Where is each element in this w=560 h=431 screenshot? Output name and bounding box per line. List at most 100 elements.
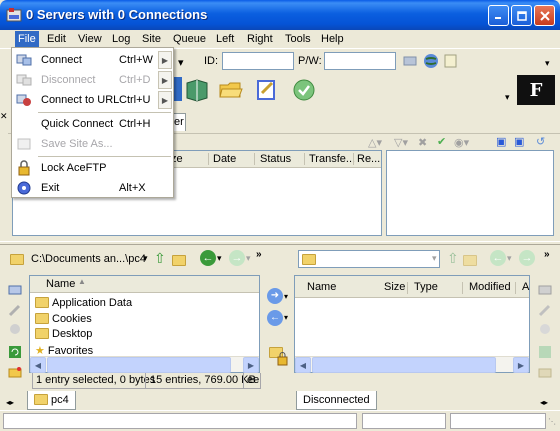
dropdown-arrow-icon[interactable]: ▾: [178, 56, 184, 69]
local-path[interactable]: C:\Documents an...\pc4: [31, 253, 146, 265]
remote-path-dropdown-icon[interactable]: ▾: [432, 253, 437, 264]
list-item[interactable]: Application Data: [35, 297, 132, 309]
remote-forward-icon[interactable]: →: [519, 250, 535, 266]
menu-save-site[interactable]: Save Site As...: [12, 134, 173, 154]
remote-refresh-icon[interactable]: [538, 345, 552, 359]
scroll-thumb[interactable]: [47, 357, 231, 373]
lock-sync-icon[interactable]: [277, 352, 289, 366]
menu-exit[interactable]: Exit Alt+X: [12, 178, 173, 198]
resize-grip-icon[interactable]: ⋱: [548, 417, 556, 426]
remote-view-icon[interactable]: [538, 322, 552, 336]
connect-icon[interactable]: [402, 53, 418, 69]
menu-help[interactable]: Help: [321, 33, 344, 45]
col-remote-type[interactable]: Type: [414, 281, 438, 293]
drive-icon[interactable]: [8, 284, 22, 296]
list-item[interactable]: Cookies: [35, 313, 92, 325]
upload-arrow-icon[interactable]: ➜: [267, 288, 283, 304]
menu-log[interactable]: Log: [112, 33, 130, 45]
id-field[interactable]: [222, 52, 294, 70]
globe-icon[interactable]: [422, 52, 440, 70]
panel-close-icon[interactable]: ✕: [0, 112, 8, 122]
scroll-right-icon[interactable]: ▶: [243, 357, 259, 373]
col-status[interactable]: Status: [260, 153, 291, 165]
check-icon[interactable]: [291, 77, 317, 103]
remote-back-dropdown-icon[interactable]: ▾: [507, 253, 512, 264]
menu-view[interactable]: View: [78, 33, 102, 45]
col-remaining[interactable]: Re...: [357, 153, 380, 165]
path-dropdown-icon[interactable]: ▾: [143, 253, 148, 264]
menu-disconnect[interactable]: Disconnect Ctrl+D ▶: [12, 70, 173, 90]
queue-tab[interactable]: er: [172, 113, 186, 131]
remote-back-icon[interactable]: ←: [490, 250, 506, 266]
transfer-right-icon[interactable]: ▣: [514, 135, 524, 148]
remote-overflow-chevron-icon[interactable]: »: [544, 249, 550, 260]
col-transfer[interactable]: Transfe...: [309, 153, 355, 165]
remote-path-field[interactable]: [298, 250, 440, 268]
toolbar-more-icon[interactable]: ▾: [505, 92, 510, 103]
remote-tab-scroll-icon[interactable]: ◂▸: [540, 398, 548, 407]
delete-icon[interactable]: ✖: [418, 136, 427, 149]
scroll-thumb[interactable]: [312, 357, 496, 373]
splitter[interactable]: [0, 241, 560, 245]
remote-up-icon[interactable]: ⇧: [447, 250, 459, 267]
menu-queue[interactable]: Queue: [173, 33, 206, 45]
transfer-left-icon[interactable]: ▣: [496, 135, 506, 148]
book-icon[interactable]: [184, 77, 210, 103]
close-button[interactable]: [534, 5, 555, 26]
menu-tools[interactable]: Tools: [285, 33, 311, 45]
menu-file[interactable]: File: [15, 31, 39, 48]
remote-new-folder-icon[interactable]: [538, 365, 552, 379]
menu-connect[interactable]: Connect Ctrl+W ▶: [12, 50, 173, 70]
refresh-local-icon[interactable]: [8, 345, 22, 359]
edit-page-icon[interactable]: [254, 77, 280, 103]
menu-site[interactable]: Site: [142, 33, 161, 45]
menu-edit[interactable]: Edit: [47, 33, 66, 45]
notes-icon[interactable]: [443, 53, 459, 69]
forward-icon[interactable]: →: [229, 250, 245, 266]
tab-remote-disconnected[interactable]: Disconnected: [296, 391, 377, 410]
download-arrow-icon[interactable]: ←: [267, 310, 283, 326]
new-folder-icon[interactable]: [8, 365, 22, 379]
view-icon[interactable]: [8, 322, 22, 336]
remote-file-list[interactable]: Name Size Type Modified A ◀ ▶: [294, 275, 530, 373]
upload-dropdown-icon[interactable]: ▾: [284, 292, 288, 301]
maximize-button[interactable]: [511, 5, 532, 26]
back-icon[interactable]: ←: [200, 250, 216, 266]
stop-icon[interactable]: ◉▾: [454, 136, 469, 149]
menu-quick-connect[interactable]: Quick Connect Ctrl+H: [12, 114, 173, 134]
up-folder-icon[interactable]: ⇧: [154, 250, 166, 267]
submenu-arrow-icon[interactable]: ▶: [158, 71, 172, 89]
list-item[interactable]: Desktop: [35, 328, 92, 340]
minimize-button[interactable]: [488, 5, 509, 26]
tab-scroll-left-icon[interactable]: ◂▸: [6, 398, 14, 407]
local-hscrollbar[interactable]: ◀ ▶: [30, 356, 259, 373]
remote-edit-icon[interactable]: [538, 303, 552, 317]
list-item[interactable]: ★ Favorites: [35, 344, 93, 357]
open-folder-icon[interactable]: [218, 77, 244, 103]
back-dropdown-icon[interactable]: ▾: [217, 253, 222, 264]
submenu-arrow-icon[interactable]: ▶: [158, 91, 172, 109]
scroll-right-icon[interactable]: ▶: [513, 357, 529, 373]
tab-local-pc4[interactable]: pc4: [27, 391, 76, 410]
col-date[interactable]: Date: [213, 153, 236, 165]
arrow-up-icon[interactable]: △▾: [368, 136, 382, 149]
col-remote-name[interactable]: Name: [307, 281, 336, 293]
overflow-chevron-icon[interactable]: »: [256, 249, 262, 260]
remote-open-folder-icon[interactable]: [463, 255, 477, 266]
menu-left[interactable]: Left: [216, 33, 234, 45]
menu-connect-url[interactable]: Connect to URL Ctrl+U ▶: [12, 90, 173, 110]
password-field[interactable]: [324, 52, 396, 70]
toolbar-chevron-icon[interactable]: ▾: [545, 58, 550, 69]
check-small-icon[interactable]: ✔: [437, 135, 446, 148]
edit-icon[interactable]: [8, 303, 22, 317]
forward-dropdown-icon[interactable]: ▾: [246, 253, 251, 264]
col-remote-attr[interactable]: A: [522, 281, 529, 293]
refresh-icon[interactable]: ↺: [536, 135, 545, 148]
col-remote-modified[interactable]: Modified: [469, 281, 511, 293]
col-name[interactable]: Name: [46, 278, 75, 290]
menu-right[interactable]: Right: [247, 33, 273, 45]
remote-hscrollbar[interactable]: ◀ ▶: [295, 356, 529, 373]
menu-lock[interactable]: Lock AceFTP: [12, 158, 173, 178]
queue-detail-panel[interactable]: [386, 150, 554, 236]
submenu-arrow-icon[interactable]: ▶: [158, 51, 172, 69]
